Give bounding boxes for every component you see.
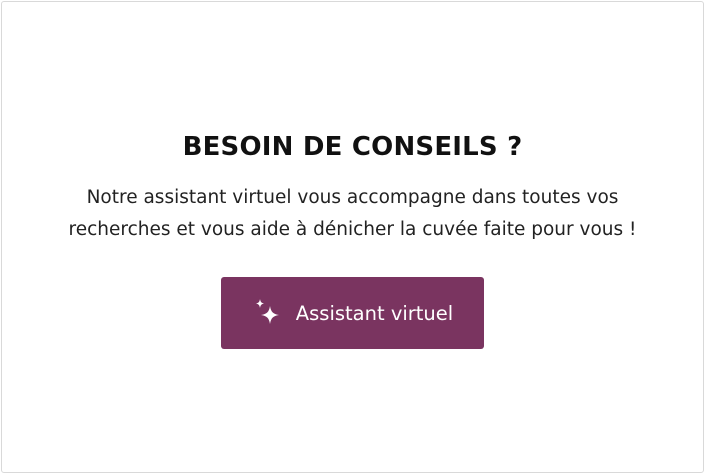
advice-description: Notre assistant virtuel vous accompagne … [2,182,703,246]
advice-description-line-2: recherches et vous aide à dénicher la cu… [68,219,637,240]
sparkles-icon [252,297,284,329]
advice-card: BESOIN DE CONSEILS ? Notre assistant vir… [1,1,704,473]
virtual-assistant-button[interactable]: Assistant virtuel [221,277,484,349]
advice-title: BESOIN DE CONSEILS ? [182,132,523,162]
virtual-assistant-button-label: Assistant virtuel [295,301,454,325]
advice-description-line-1: Notre assistant virtuel vous accompagne … [86,187,619,208]
